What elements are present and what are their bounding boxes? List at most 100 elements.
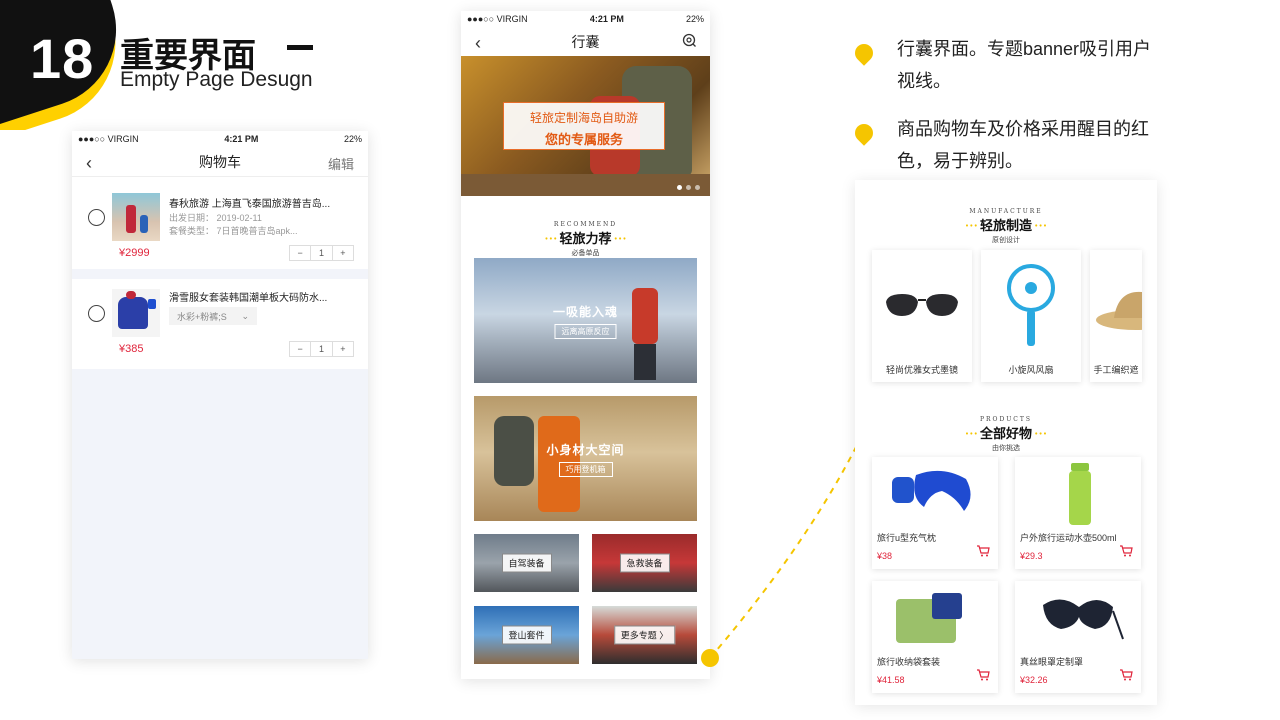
bag-navbar: ‹ 行囊 [461,27,710,57]
carousel-dot[interactable] [677,185,682,190]
item-title[interactable]: 滑雪服女套装韩国潮单板大码防水... [169,289,327,304]
page-subtitle: Empty Page Desugn [120,68,313,91]
add-to-cart-icon[interactable] [976,545,990,557]
add-to-cart-icon[interactable] [1119,669,1133,681]
product-price: ¥32.26 [1020,675,1048,685]
quantity-value[interactable]: 1 [310,246,331,260]
spec-value: 水彩+粉裤;S [177,311,227,322]
product-name: 真丝眼罩定制罩 [1020,657,1084,667]
item-title[interactable]: 春秋旅游 上海直飞泰国旅游普吉岛... [169,195,330,210]
products-sub: 由你挑选 [992,444,1020,452]
product-thumbnail-skiwear[interactable] [112,289,160,337]
search-icon[interactable] [682,33,696,50]
banner-line1: 轻旅定制海岛自助游 [529,111,638,125]
select-radio[interactable] [88,209,105,226]
eye-mask-icon [1043,599,1124,640]
back-chevron-icon[interactable]: ‹ [475,33,481,54]
feature-card-altitude[interactable]: 一吸能入魂 远离高原反应 [474,258,697,383]
chapter-badge: 18 [0,0,130,130]
cart-item: 春秋旅游 上海直飞泰国旅游普吉岛... 出发日期： 2019-02-11 套餐类… [72,183,368,269]
decrement-button[interactable]: − [290,342,310,356]
mf-card-fan[interactable]: 小旋风风扇 [981,250,1081,382]
product-price: ¥29.3 [1020,551,1043,561]
carousel-dot[interactable] [686,185,691,190]
carrier-label: ●●●○○ VIRGIN [78,134,139,144]
manufacture-cn: 轻旅制造 [963,215,1050,234]
feature-subtitle: 远离高原反应 [554,323,617,339]
increment-button[interactable]: + [331,246,353,260]
tile-driving-gear[interactable]: 自驾装备 [474,534,579,592]
add-to-cart-icon[interactable] [1119,545,1133,557]
product-name: 户外旅行运动水壶500ml [1020,533,1117,543]
cart-item: 滑雪服女套装韩国潮单板大码防水... 水彩+粉裤;S ⌄ ¥385 − 1 + [72,279,368,369]
tile-label: 急救装备 [619,553,670,573]
product-name: 旅行u型充气枕 [877,533,937,543]
clock-label: 4:21 PM [224,134,259,144]
product-card-bottle[interactable]: 户外旅行运动水壶500ml ¥29.3 [1015,457,1141,569]
add-to-cart-icon[interactable] [976,669,990,681]
back-chevron-icon[interactable]: ‹ [86,153,92,174]
feature-label: 一吸能入魂 远离高原反应 [553,303,618,339]
banner-ground [461,174,710,196]
feature-label: 小身材大空间 巧用登机箱 [546,441,624,477]
recommend-sub: 必备单品 [571,249,600,257]
mf-card-hat[interactable]: 手工编织遮 [1090,250,1142,382]
feature-title: 一吸能入魂 [552,304,619,319]
products-cn: 全部好物 [963,423,1050,442]
fan-icon [1007,264,1055,346]
tile-label: 更多专题 〉 [613,625,676,645]
mf-card-sunglasses[interactable]: 轻尚优雅女式墨镜 [872,250,972,382]
carousel-dot[interactable] [695,185,700,190]
feature-title: 小身材大空间 [546,442,625,457]
chevron-down-icon: ⌄ [241,310,249,321]
bag-title: 行囊 [571,33,600,50]
water-bottle-icon [1069,463,1091,525]
increment-button[interactable]: + [331,342,353,356]
quantity-value[interactable]: 1 [310,342,331,356]
product-thumbnail-beach[interactable] [112,193,160,241]
straw-hat-icon [1096,291,1142,330]
cart-title: 购物车 [199,153,241,170]
sunglasses-icon [886,294,958,316]
recommend-en: RECOMMEND [553,221,618,228]
clock-label: 4:21 PM [589,14,624,24]
mf-name: 手工编织遮 [1093,365,1139,375]
tile-climbing-kit[interactable]: 登山套件 [474,606,579,664]
quantity-stepper: − 1 + [289,341,354,357]
status-bar: ●●●○○ VIRGIN 4:21 PM 22% [461,11,710,27]
title-dash [287,45,313,50]
product-card-storage[interactable]: 旅行收纳袋套装 ¥41.58 [872,581,998,693]
item-package: 套餐类型： 7日首晚普吉岛apk... [169,226,298,236]
product-card-eyemask[interactable]: 真丝眼罩定制罩 ¥32.26 [1015,581,1141,693]
select-radio[interactable] [88,305,105,322]
banner-caption: 轻旅定制海岛自助游 您的专属服务 [503,102,665,150]
note-bullet-icon [851,120,877,146]
promo-banner[interactable]: 轻旅定制海岛自助游 您的专属服务 [461,56,710,196]
tile-more-topics[interactable]: 更多专题 〉 [592,606,697,664]
product-price: ¥41.58 [877,675,905,685]
products-en: PRODUCTS [979,416,1033,423]
carrier-label: ●●●○○ VIRGIN [467,14,528,24]
mf-name: 轻尚优雅女式墨镜 [885,365,958,375]
note-bullet-icon [851,40,877,66]
cart-screen: ●●●○○ VIRGIN 4:21 PM 22% ‹ 购物车 编辑 春秋旅游 上… [72,131,368,659]
product-card-pillow[interactable]: 旅行u型充气枕 ¥38 [872,457,998,569]
bag-screen: ●●●○○ VIRGIN 4:21 PM 22% ‹ 行囊 轻旅定制海岛自助游 … [461,11,710,679]
tile-first-aid[interactable]: 急救装备 [592,534,697,592]
edit-button[interactable]: 编辑 [328,154,354,173]
storage-bag-icon [896,593,962,643]
battery-label: 22% [343,134,362,144]
product-name: 旅行收纳袋套装 [877,657,941,667]
status-bar: ●●●○○ VIRGIN 4:21 PM 22% [72,131,368,147]
feature-card-luggage[interactable]: 小身材大空间 巧用登机箱 [474,396,697,521]
item-date: 出发日期： 2019-02-11 [169,213,262,223]
item-price: ¥385 [119,343,144,355]
spec-select[interactable]: 水彩+粉裤;S ⌄ [169,307,257,325]
decrement-button[interactable]: − [290,246,310,260]
products-heading: PRODUCTS 全部好物 由你挑选 [855,416,1157,453]
cart-list: 春秋旅游 上海直飞泰国旅游普吉岛... 出发日期： 2019-02-11 套餐类… [72,183,368,659]
manufacture-sub: 原创设计 [992,236,1020,244]
feature-subtitle: 巧用登机箱 [558,461,613,477]
manufacture-heading: MANUFACTURE 轻旅制造 原创设计 [855,208,1157,245]
tile-label: 登山套件 [501,625,552,645]
